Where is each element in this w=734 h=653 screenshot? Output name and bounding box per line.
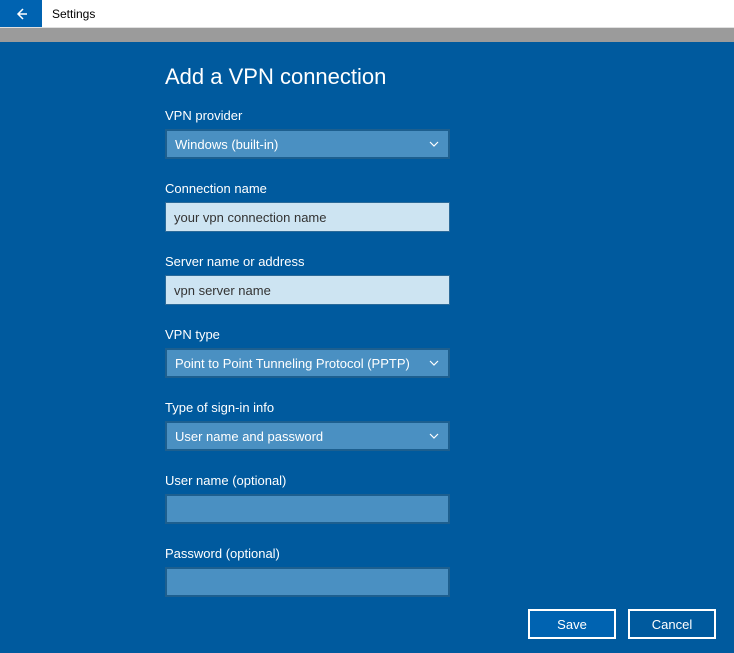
- signin-type-label: Type of sign-in info: [165, 400, 734, 415]
- connection-name-label: Connection name: [165, 181, 734, 196]
- vpn-provider-dropdown[interactable]: Windows (built-in): [165, 129, 450, 159]
- back-button[interactable]: [0, 0, 42, 27]
- window-title: Settings: [42, 0, 95, 27]
- page-heading: Add a VPN connection: [165, 64, 734, 90]
- vpn-type-label: VPN type: [165, 327, 734, 342]
- save-button[interactable]: Save: [528, 609, 616, 639]
- password-input[interactable]: [165, 567, 450, 597]
- field-username: User name (optional): [165, 473, 734, 524]
- footer-buttons: Save Cancel: [528, 609, 716, 639]
- signin-type-value: User name and password: [175, 429, 323, 444]
- field-vpn-provider: VPN provider Windows (built-in): [165, 108, 734, 159]
- cancel-button[interactable]: Cancel: [628, 609, 716, 639]
- server-name-label: Server name or address: [165, 254, 734, 269]
- separator-bar: [0, 28, 734, 42]
- signin-type-dropdown[interactable]: User name and password: [165, 421, 450, 451]
- connection-name-input[interactable]: [165, 202, 450, 232]
- username-label: User name (optional): [165, 473, 734, 488]
- vpn-provider-value: Windows (built-in): [175, 137, 278, 152]
- chevron-down-icon: [428, 357, 440, 369]
- username-input[interactable]: [165, 494, 450, 524]
- vpn-type-dropdown[interactable]: Point to Point Tunneling Protocol (PPTP): [165, 348, 450, 378]
- arrow-left-icon: [13, 6, 29, 22]
- field-vpn-type: VPN type Point to Point Tunneling Protoc…: [165, 327, 734, 378]
- vpn-type-value: Point to Point Tunneling Protocol (PPTP): [175, 356, 410, 371]
- title-bar: Settings: [0, 0, 734, 28]
- content-area: Add a VPN connection VPN provider Window…: [0, 42, 734, 653]
- password-label: Password (optional): [165, 546, 734, 561]
- field-signin-type: Type of sign-in info User name and passw…: [165, 400, 734, 451]
- chevron-down-icon: [428, 138, 440, 150]
- vpn-provider-label: VPN provider: [165, 108, 734, 123]
- chevron-down-icon: [428, 430, 440, 442]
- server-name-input[interactable]: [165, 275, 450, 305]
- field-password: Password (optional): [165, 546, 734, 597]
- field-connection-name: Connection name: [165, 181, 734, 232]
- field-server-name: Server name or address: [165, 254, 734, 305]
